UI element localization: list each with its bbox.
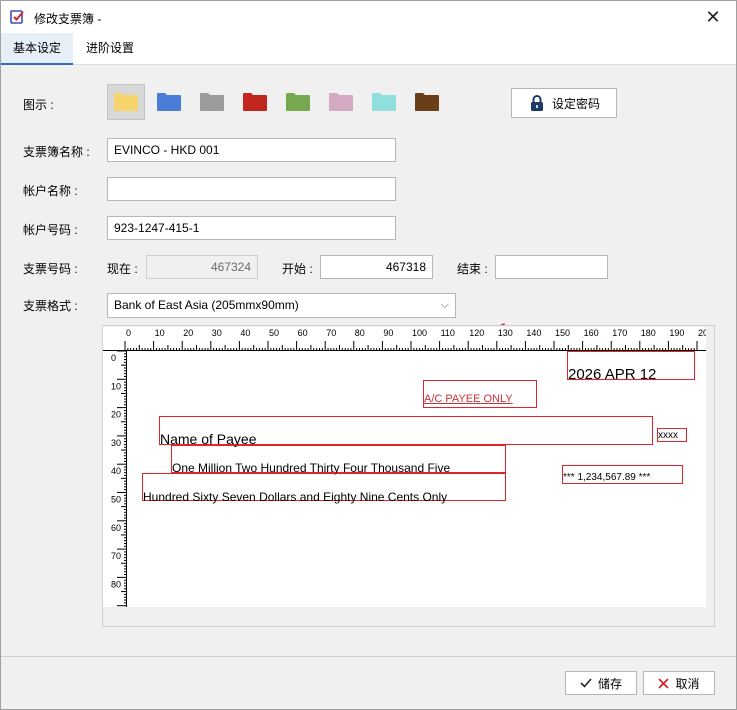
vruler-label: 30 bbox=[111, 438, 121, 448]
cancel-label: 取消 bbox=[675, 676, 700, 691]
hruler-label: 40 bbox=[240, 328, 250, 338]
cheque-format-select[interactable]: Bank of East Asia (205mmx90mm) ⌵ bbox=[107, 293, 456, 318]
vertical-ruler: 0 10 20 30 40 50 60 70 80 bbox=[103, 351, 127, 607]
hruler-label: 20 bbox=[183, 328, 193, 338]
vruler-label: 70 bbox=[111, 551, 121, 561]
set-password-label: 设定密码 bbox=[552, 96, 601, 111]
hruler-label: 100 bbox=[412, 328, 427, 338]
icon-label: 图示 : bbox=[23, 98, 54, 112]
date-field[interactable]: 2026 APR 12 bbox=[567, 351, 695, 383]
save-button[interactable]: 储存 bbox=[565, 671, 637, 695]
end-number-input[interactable] bbox=[495, 255, 608, 279]
hruler-label: 50 bbox=[269, 328, 279, 338]
current-number-input: 467324 bbox=[146, 255, 258, 279]
payee-suffix-field[interactable]: xxxx bbox=[657, 428, 687, 442]
close-button[interactable]: ✕ bbox=[690, 1, 736, 33]
save-label: 储存 bbox=[597, 676, 622, 691]
folder-green-icon[interactable] bbox=[285, 92, 311, 112]
amount-words-line1-field[interactable]: One Million Two Hundred Thirty Four Thou… bbox=[171, 445, 506, 475]
hruler-label: 80 bbox=[355, 328, 365, 338]
checkbook-name-input[interactable]: EVINCO - HKD 001 bbox=[107, 138, 396, 162]
dialog-footer: 储存 取消 bbox=[1, 656, 736, 709]
account-number-input[interactable]: 923-1247-415-1 bbox=[107, 216, 396, 240]
folder-pink-icon[interactable] bbox=[328, 92, 354, 112]
horizontal-ruler-ticks: 0 10 20 30 40 50 60 70 80 90 100 110 120 130 140 150 160… bbox=[124, 328, 706, 351]
window-title: 修改支票簿 - bbox=[34, 12, 102, 26]
hruler-label: 70 bbox=[326, 328, 336, 338]
payee-field[interactable]: Name of Payee bbox=[159, 416, 653, 447]
hruler-label: 10 bbox=[155, 328, 165, 338]
vruler-label: 20 bbox=[111, 410, 121, 420]
cancel-button[interactable]: 取消 bbox=[643, 671, 715, 695]
amount-words-line2-text: Hundred Sixty Seven Dollars and Eighty N… bbox=[143, 490, 448, 504]
hruler-label: 130 bbox=[498, 328, 513, 338]
folder-yellow-icon[interactable] bbox=[113, 92, 139, 112]
crossing-field[interactable]: A/C PAYEE ONLY bbox=[423, 380, 537, 408]
folder-blue-icon[interactable] bbox=[156, 92, 182, 112]
start-number-label: 开始 : bbox=[282, 262, 313, 276]
vruler-label: 50 bbox=[111, 495, 121, 505]
chevron-down-icon: ⌵ bbox=[440, 299, 449, 311]
hruler-label: 0 bbox=[126, 328, 131, 338]
vruler-label: 0 bbox=[111, 353, 116, 363]
date-text: 2026 APR 12 bbox=[568, 366, 657, 383]
account-name-label: 帐户名称 : bbox=[23, 184, 78, 198]
vruler-label: 60 bbox=[111, 523, 121, 533]
account-name-input[interactable] bbox=[107, 177, 396, 201]
folder-cyan-icon[interactable] bbox=[371, 92, 397, 112]
cheque-format-label: 支票格式 : bbox=[23, 299, 78, 313]
cheque-preview: 0 10 20 30 40 50 60 70 80 90 100 110 120 130 140 150 160… bbox=[103, 327, 706, 607]
amount-figures-text: *** 1,234,567.89 *** bbox=[563, 472, 651, 483]
amount-words-line2-field[interactable]: Hundred Sixty Seven Dollars and Eighty N… bbox=[142, 473, 506, 504]
hruler-label: 150 bbox=[555, 328, 570, 338]
hruler-label: 140 bbox=[526, 328, 541, 338]
hruler-label: 190 bbox=[669, 328, 684, 338]
tab-bar: 基本设定 进阶设置 bbox=[1, 33, 736, 65]
vruler-label: 40 bbox=[111, 466, 121, 476]
horizontal-ruler: 0 10 20 30 40 50 60 70 80 90 100 110 120 130 140 150 160… bbox=[103, 327, 706, 351]
tab-basic-settings[interactable]: 基本设定 bbox=[1, 33, 74, 65]
vertical-ruler-ticks: 0 10 20 30 40 50 60 70 80 bbox=[111, 351, 127, 607]
hruler-label: 180 bbox=[641, 328, 656, 338]
hruler-label: 160 bbox=[584, 328, 599, 338]
start-number-input[interactable]: 467318 bbox=[320, 255, 433, 279]
checkbook-name-label: 支票簿名称 : bbox=[23, 145, 90, 159]
checkbook-app-icon bbox=[10, 10, 24, 24]
end-number-label: 结束 : bbox=[457, 262, 488, 276]
cheque-format-value: Bank of East Asia (205mmx90mm) bbox=[114, 298, 299, 312]
lock-icon bbox=[531, 94, 543, 111]
current-number-label: 现在 : bbox=[107, 262, 138, 276]
folder-red-icon[interactable] bbox=[242, 92, 268, 112]
vruler-label: 10 bbox=[111, 381, 121, 391]
hruler-label: 90 bbox=[383, 328, 393, 338]
dialog-window: 修改支票簿 - ✕ 基本设定 进阶设置 图示 : 设定密码 支票簿名称 : EV… bbox=[0, 0, 737, 710]
tab-advanced-settings[interactable]: 进阶设置 bbox=[74, 33, 146, 65]
folder-brown-icon[interactable] bbox=[414, 92, 440, 112]
account-number-label: 帐户号码 : bbox=[23, 223, 78, 237]
hruler-label: 120 bbox=[469, 328, 484, 338]
cheque-number-label: 支票号码 : bbox=[23, 262, 78, 276]
cancel-x-icon bbox=[658, 677, 670, 689]
set-password-button[interactable]: 设定密码 bbox=[511, 88, 617, 118]
hruler-label: 200 bbox=[698, 328, 706, 338]
hruler-label: 170 bbox=[612, 328, 627, 338]
amount-figures-field[interactable]: *** 1,234,567.89 *** bbox=[562, 465, 683, 484]
hruler-label: 30 bbox=[212, 328, 222, 338]
vruler-label: 80 bbox=[111, 579, 121, 589]
payee-suffix-text: xxxx bbox=[658, 430, 678, 441]
hruler-label: 60 bbox=[298, 328, 308, 338]
crossing-text: A/C PAYEE ONLY bbox=[424, 393, 513, 405]
hruler-label: 110 bbox=[441, 328, 455, 338]
folder-gray-icon[interactable] bbox=[199, 92, 225, 112]
title-bar: 修改支票簿 - ✕ bbox=[1, 1, 736, 33]
checkmark-icon bbox=[580, 678, 592, 688]
